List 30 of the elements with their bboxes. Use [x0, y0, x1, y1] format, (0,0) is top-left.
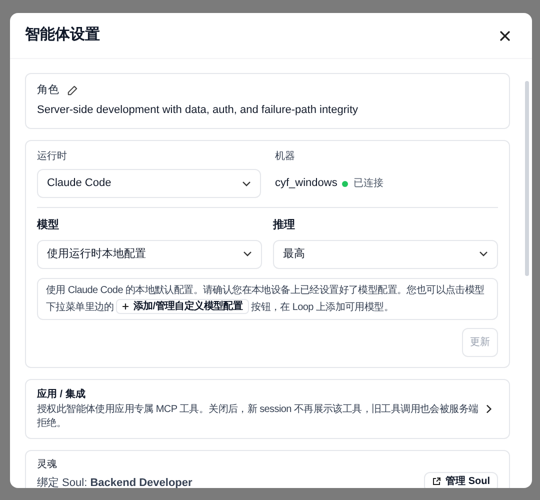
scrollbar[interactable]	[525, 81, 529, 276]
chevron-down-icon	[243, 251, 252, 257]
chevron-down-icon	[479, 251, 488, 257]
chevron-down-icon	[242, 180, 251, 186]
close-icon	[499, 30, 511, 42]
role-label: 角色	[37, 83, 59, 98]
runtime-label: 运行时	[37, 150, 68, 164]
role-description: Server-side development with data, auth, and failure-path integrity	[37, 102, 360, 118]
apps-title: 应用 / 集成	[37, 387, 86, 402]
model-label: 模型	[37, 218, 60, 233]
soul-binding: 绑定 Soul: Backend Developer	[37, 476, 192, 488]
machine-name: cyf_windows	[275, 176, 338, 192]
soul-label: 灵魂	[37, 458, 58, 472]
status-text: 已连接	[353, 176, 384, 191]
chevron-right-icon	[486, 404, 492, 414]
apps-card[interactable]: 应用 / 集成 授权此智能体使用应用专属 MCP 工具。关闭后，新 session 不再展示该工具，旧工具调用也会被服务端拒绝。	[25, 378, 510, 438]
manage-soul-button[interactable]: 管理 Soul	[424, 472, 498, 488]
machine-label: 机器	[275, 150, 296, 164]
dialog-title: 智能体设置	[25, 25, 100, 46]
reasoning-label: 推理	[273, 218, 296, 233]
reasoning-dropdown[interactable]: 最高	[273, 240, 498, 268]
apps-description: 授权此智能体使用应用专属 MCP 工具。关闭后，新 session 不再展示该工具，旧工具调用也会被服务端拒绝。	[37, 402, 478, 430]
model-dropdown[interactable]: 使用运行时本地配置	[37, 240, 262, 268]
external-link-icon	[432, 477, 441, 486]
add-model-config-button[interactable]: 添加/管理自定义模型配置	[116, 299, 249, 314]
pencil-icon	[67, 84, 78, 96]
plus-icon	[122, 303, 130, 310]
edit-button[interactable]	[67, 84, 79, 96]
runtime-dropdown[interactable]: Claude Code	[37, 169, 261, 198]
note-text: 使用 Claude Code 的本地默认配置。请确认您在本地设备上已经设置好了模型配置。您也可以点击模型下拉菜单里边的 添加/管理自定义模型配置 按钮，在 Loop 上添加可用模型。	[46, 284, 486, 316]
